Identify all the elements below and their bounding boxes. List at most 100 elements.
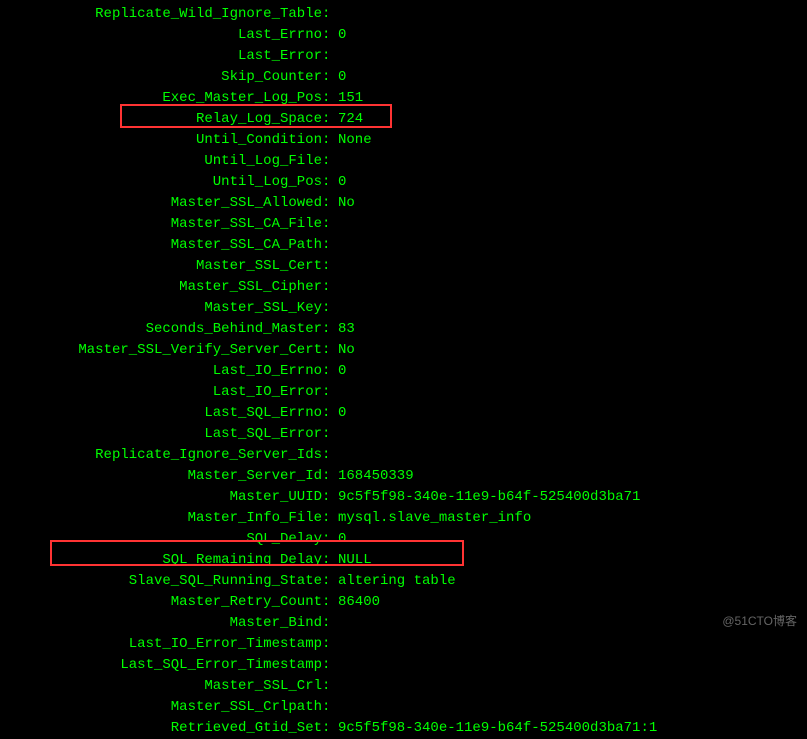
row-label: Last_IO_Error (0, 382, 322, 403)
row-label: Master_SSL_CA_Path (0, 235, 322, 256)
row-label: Master_Server_Id (0, 466, 322, 487)
status-row: Master_Retry_Count:86400 (0, 592, 807, 613)
row-label: Last_IO_Errno (0, 361, 322, 382)
colon: : (322, 487, 330, 508)
row-label: Until_Log_File (0, 151, 322, 172)
status-row-exec-master-log-pos: Exec_Master_Log_Pos:151 (0, 88, 807, 109)
colon: : (322, 613, 330, 634)
status-row: Master_SSL_Crlpath: (0, 697, 807, 718)
colon: : (322, 571, 330, 592)
row-value (330, 298, 338, 319)
row-label: Until_Log_Pos (0, 172, 322, 193)
status-row: Until_Condition:None (0, 130, 807, 151)
row-value (330, 424, 338, 445)
status-row: Last_SQL_Errno:0 (0, 403, 807, 424)
row-value: 0 (330, 172, 346, 193)
colon: : (322, 445, 330, 466)
status-row: Master_SSL_Crl: (0, 676, 807, 697)
watermark: @51CTO博客 (722, 612, 797, 629)
colon: : (322, 298, 330, 319)
row-value: mysql.slave_master_info (330, 508, 531, 529)
status-row: Last_Error: (0, 46, 807, 67)
status-row: Skip_Counter:0 (0, 67, 807, 88)
row-label: Master_SSL_Verify_Server_Cert (0, 340, 322, 361)
row-value (330, 634, 338, 655)
colon: : (322, 634, 330, 655)
row-label: Until_Condition (0, 130, 322, 151)
colon: : (322, 277, 330, 298)
status-row: SQL_Delay:0 (0, 529, 807, 550)
row-value (330, 4, 338, 25)
row-label: Master_SSL_CA_File (0, 214, 322, 235)
colon: : (322, 25, 330, 46)
row-label: Last_SQL_Errno (0, 403, 322, 424)
row-label: Master_SSL_Key (0, 298, 322, 319)
status-row: Last_IO_Error: (0, 382, 807, 403)
row-value (330, 655, 338, 676)
row-value: 0 (330, 403, 346, 424)
row-value: 0 (330, 25, 346, 46)
row-value: NULL (330, 550, 372, 571)
status-row-slave-sql-running-state: Slave_SQL_Running_State:altering table (0, 571, 807, 592)
colon: : (322, 382, 330, 403)
status-row: Master_SSL_CA_Path: (0, 235, 807, 256)
row-value (330, 235, 338, 256)
row-label: SQL_Delay (0, 529, 322, 550)
row-label: SQL_Remaining_Delay (0, 550, 322, 571)
colon: : (322, 592, 330, 613)
row-label: Retrieved_Gtid_Set (0, 718, 322, 739)
row-value: 151 (330, 88, 363, 109)
row-value (330, 445, 338, 466)
row-value: 724 (330, 109, 363, 130)
row-label: Last_SQL_Error_Timestamp (0, 655, 322, 676)
row-label: Last_Errno (0, 25, 322, 46)
colon: : (322, 697, 330, 718)
row-label: Master_Retry_Count (0, 592, 322, 613)
status-row: Last_SQL_Error_Timestamp: (0, 655, 807, 676)
row-value (330, 256, 338, 277)
row-value: 86400 (330, 592, 380, 613)
row-label: Last_Error (0, 46, 322, 67)
row-value (330, 277, 338, 298)
row-label: Master_Bind (0, 613, 322, 634)
row-label: Master_SSL_Cipher (0, 277, 322, 298)
row-value: 168450339 (330, 466, 414, 487)
colon: : (322, 319, 330, 340)
status-row: SQL_Remaining_Delay:NULL (0, 550, 807, 571)
row-value: None (330, 130, 372, 151)
row-value (330, 151, 338, 172)
row-label: Slave_SQL_Running_State (0, 571, 322, 592)
row-label: Last_IO_Error_Timestamp (0, 634, 322, 655)
colon: : (322, 172, 330, 193)
row-label: Master_SSL_Crl (0, 676, 322, 697)
row-label: Replicate_Wild_Ignore_Table (0, 4, 322, 25)
row-label: Master_SSL_Cert (0, 256, 322, 277)
colon: : (322, 529, 330, 550)
status-row: Master_SSL_Cert: (0, 256, 807, 277)
status-row: Master_SSL_CA_File: (0, 214, 807, 235)
colon: : (322, 550, 330, 571)
row-value: No (330, 193, 355, 214)
terminal-output: Replicate_Wild_Ignore_Table: Last_Errno:… (0, 4, 807, 739)
row-value (330, 676, 338, 697)
status-row: Seconds_Behind_Master:83 (0, 319, 807, 340)
row-value: 9c5f5f98-340e-11e9-b64f-525400d3ba71:1 (330, 718, 657, 739)
row-value (330, 46, 338, 67)
status-row: Master_SSL_Cipher: (0, 277, 807, 298)
row-value: 9c5f5f98-340e-11e9-b64f-525400d3ba71 (330, 487, 640, 508)
colon: : (322, 193, 330, 214)
status-row: Last_Errno:0 (0, 25, 807, 46)
status-row: Master_SSL_Key: (0, 298, 807, 319)
colon: : (322, 214, 330, 235)
colon: : (322, 718, 330, 739)
status-row: Replicate_Wild_Ignore_Table: (0, 4, 807, 25)
row-value (330, 214, 338, 235)
colon: : (322, 235, 330, 256)
status-row: Last_SQL_Error: (0, 424, 807, 445)
colon: : (322, 403, 330, 424)
colon: : (322, 676, 330, 697)
row-label: Exec_Master_Log_Pos (0, 88, 322, 109)
status-row: Master_SSL_Allowed:No (0, 193, 807, 214)
status-row: Until_Log_Pos:0 (0, 172, 807, 193)
colon: : (322, 655, 330, 676)
